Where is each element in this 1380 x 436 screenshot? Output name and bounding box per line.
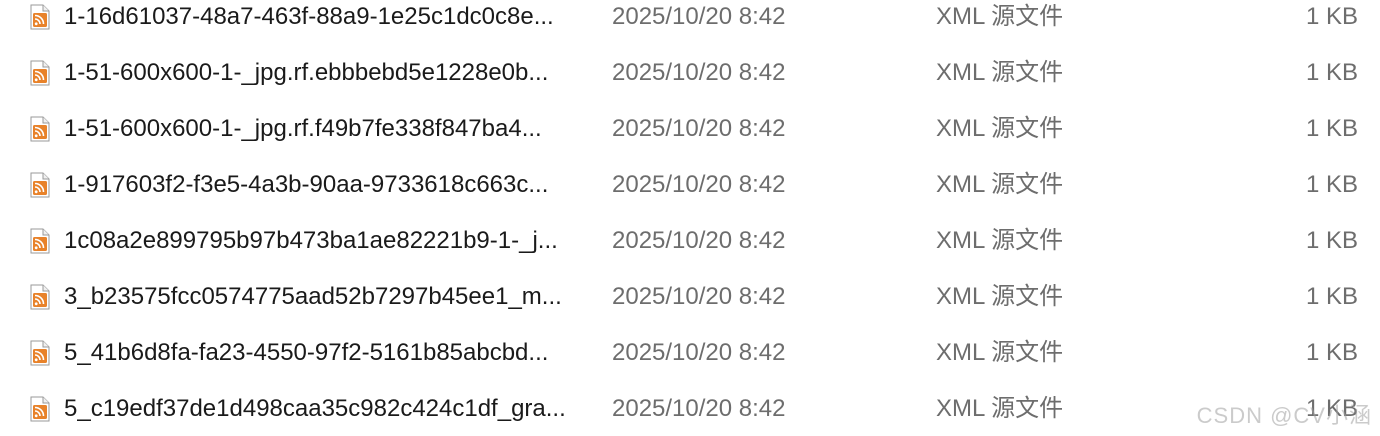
rss-xml-file-icon [30, 60, 50, 86]
rss-xml-file-icon [30, 340, 50, 366]
file-size: 1 KB [1305, 3, 1358, 30]
file-size: 1 KB [1305, 115, 1358, 142]
file-type: XML 源文件 [936, 339, 1064, 366]
file-type: XML 源文件 [936, 227, 1064, 254]
file-size: 1 KB [1305, 171, 1358, 198]
file-name[interactable]: 1-51-600x600-1-_jpg.rf.ebbbebd5e1228e0b.… [64, 58, 594, 88]
file-modified-date: 2025/10/20 8:42 [612, 171, 786, 198]
file-row[interactable]: 3_b23575fcc0574775aad52b7297b45ee1_m... 2… [0, 268, 1380, 324]
file-modified-date: 2025/10/20 8:42 [612, 339, 786, 366]
file-name[interactable]: 3_b23575fcc0574775aad52b7297b45ee1_m... [64, 282, 594, 312]
file-row[interactable]: 1-51-600x600-1-_jpg.rf.f49b7fe338f847ba4… [0, 100, 1380, 156]
file-modified-date: 2025/10/20 8:42 [612, 3, 786, 30]
file-name[interactable]: 1-917603f2-f3e5-4a3b-90aa-9733618c663c..… [64, 170, 594, 200]
file-name[interactable]: 1-51-600x600-1-_jpg.rf.f49b7fe338f847ba4… [64, 114, 594, 144]
file-name[interactable]: 1-16d61037-48a7-463f-88a9-1e25c1dc0c8e..… [64, 2, 594, 32]
file-row[interactable]: 1-917603f2-f3e5-4a3b-90aa-9733618c663c..… [0, 156, 1380, 212]
csdn-watermark: CSDN @CV小涵 [1196, 403, 1372, 428]
file-row[interactable]: 1-16d61037-48a7-463f-88a9-1e25c1dc0c8e..… [0, 0, 1380, 44]
file-name[interactable]: 1c08a2e899795b97b473ba1ae82221b9-1-_j... [64, 226, 594, 256]
file-size: 1 KB [1305, 227, 1358, 254]
file-type: XML 源文件 [936, 59, 1064, 86]
file-type: XML 源文件 [936, 395, 1064, 422]
file-name[interactable]: 5_c19edf37de1d498caa35c982c424c1df_gra..… [64, 394, 594, 424]
file-list: 1-16d61037-48a7-463f-88a9-1e25c1dc0c8e..… [0, 0, 1380, 436]
rss-xml-file-icon [30, 116, 50, 142]
file-modified-date: 2025/10/20 8:42 [612, 59, 786, 86]
rss-xml-file-icon [30, 228, 50, 254]
file-row[interactable]: 1-51-600x600-1-_jpg.rf.ebbbebd5e1228e0b.… [0, 44, 1380, 100]
file-modified-date: 2025/10/20 8:42 [612, 227, 786, 254]
file-type: XML 源文件 [936, 115, 1064, 142]
file-type: XML 源文件 [936, 171, 1064, 198]
file-type: XML 源文件 [936, 283, 1064, 310]
rss-xml-file-icon [30, 4, 50, 30]
file-modified-date: 2025/10/20 8:42 [612, 283, 786, 310]
file-row[interactable]: 1c08a2e899795b97b473ba1ae82221b9-1-_j...… [0, 212, 1380, 268]
file-size: 1 KB [1305, 339, 1358, 366]
file-modified-date: 2025/10/20 8:42 [612, 395, 786, 422]
file-row[interactable]: 5_41b6d8fa-fa23-4550-97f2-5161b85abcbd..… [0, 324, 1380, 380]
rss-xml-file-icon [30, 172, 50, 198]
file-row[interactable]: 5_c19edf37de1d498caa35c982c424c1df_gra..… [0, 380, 1380, 436]
file-size: 1 KB [1305, 59, 1358, 86]
file-type: XML 源文件 [936, 3, 1064, 30]
file-name[interactable]: 5_41b6d8fa-fa23-4550-97f2-5161b85abcbd..… [64, 338, 594, 368]
file-size: 1 KB [1305, 283, 1358, 310]
rss-xml-file-icon [30, 284, 50, 310]
rss-xml-file-icon [30, 396, 50, 422]
file-modified-date: 2025/10/20 8:42 [612, 115, 786, 142]
